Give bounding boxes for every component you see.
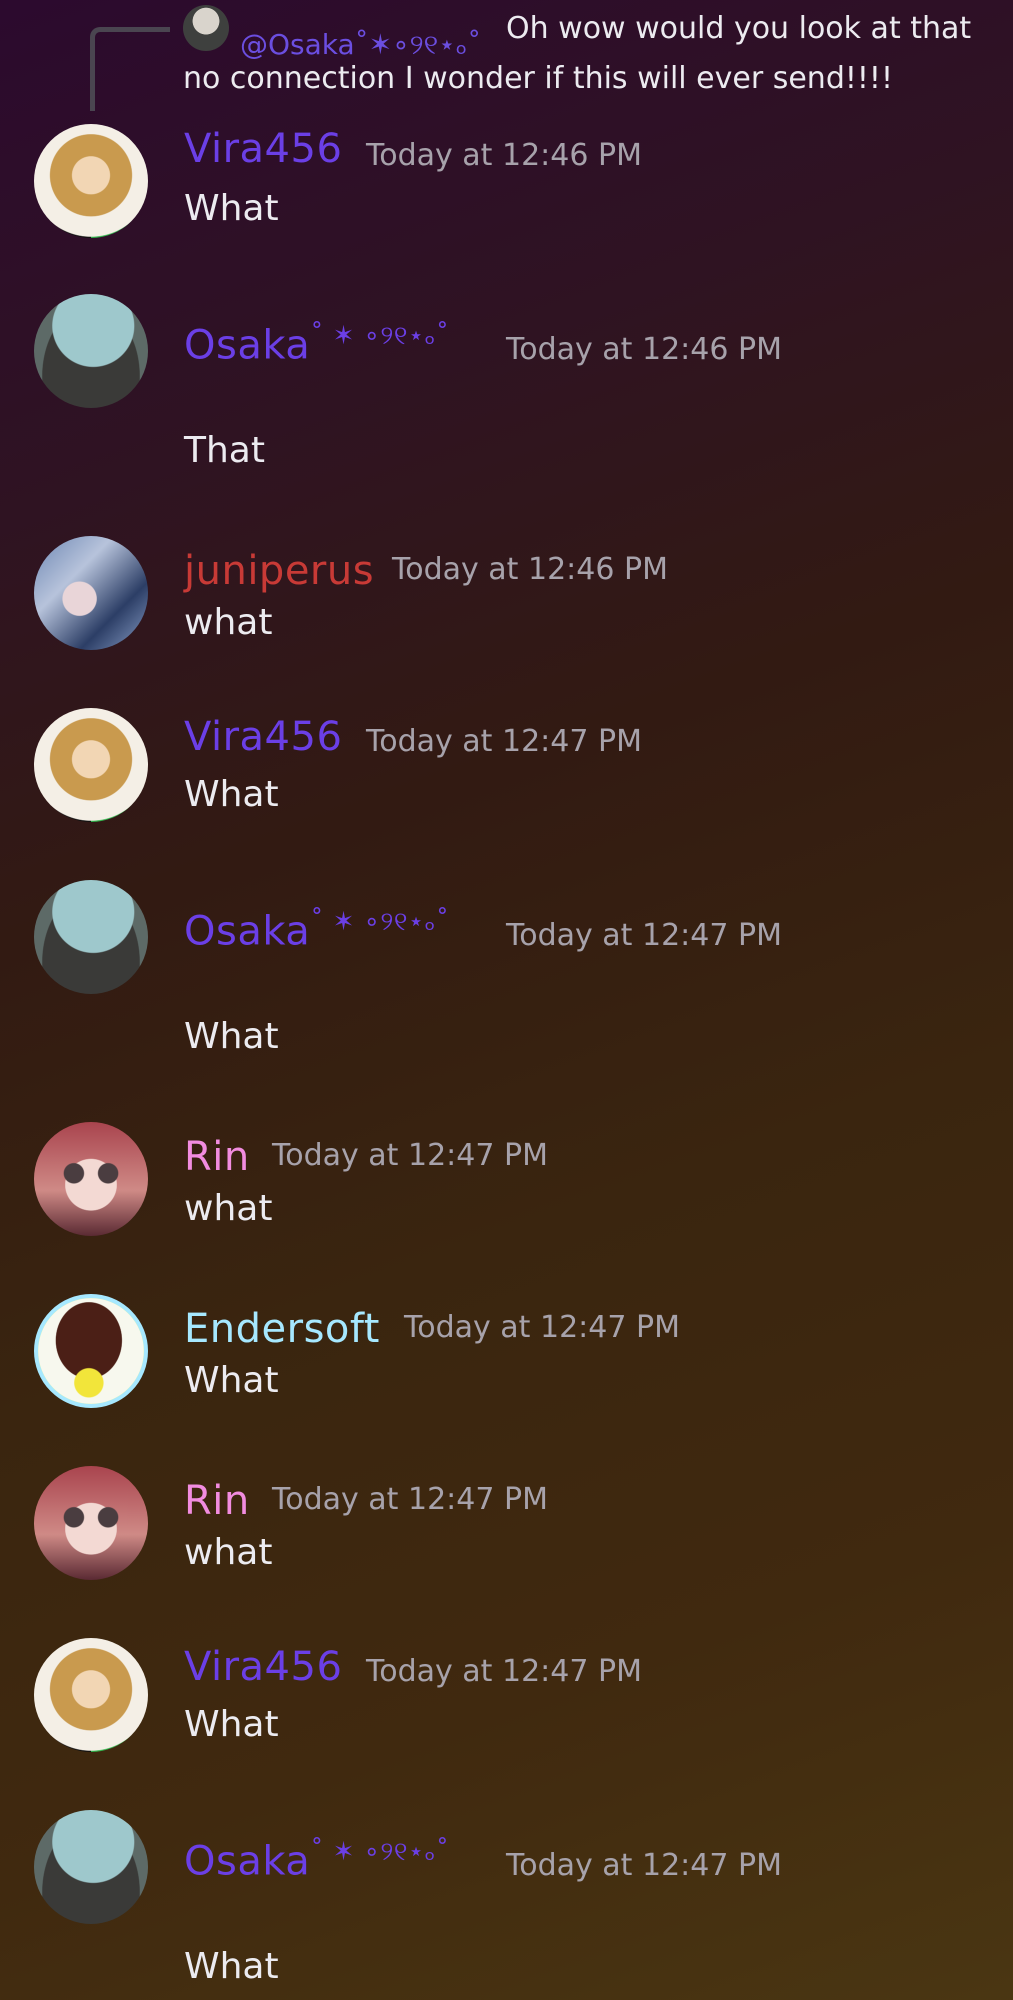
avatar-vira456[interactable] — [34, 1638, 148, 1752]
avatar-rin[interactable] — [34, 1466, 148, 1580]
message-text: What — [184, 188, 279, 229]
author-name[interactable]: Rin — [184, 1134, 250, 1180]
author-name-decoration: ˚ ✶ ∘୨୧⋆ₒ˚ — [310, 907, 450, 937]
author-name[interactable]: Vira456 — [184, 126, 342, 172]
author-name-decoration: ˚ ✶ ∘୨୧⋆ₒ˚ — [310, 321, 450, 351]
avatar-vira456[interactable] — [34, 708, 148, 822]
avatar-osaka[interactable] — [34, 1810, 148, 1924]
author-name[interactable]: Vira456 — [184, 1644, 342, 1690]
message-text: What — [184, 1360, 279, 1401]
author-name-decoration: ˚ ✶ ∘୨୧⋆ₒ˚ — [310, 1837, 450, 1867]
message-text: What — [184, 1946, 279, 1987]
timestamp: Today at 12:47 PM — [404, 1310, 680, 1345]
author-name-text: Osaka — [184, 322, 311, 369]
message-text: what — [184, 1532, 273, 1573]
timestamp: Today at 12:46 PM — [366, 138, 642, 173]
author-name[interactable]: juniperus — [184, 548, 374, 594]
message-text: what — [184, 602, 273, 643]
avatar-osaka[interactable] — [34, 294, 148, 408]
avatar-endersoft[interactable] — [34, 1294, 148, 1408]
message-text: What — [184, 1016, 279, 1057]
author-name[interactable]: Endersoft — [184, 1306, 380, 1352]
timestamp: Today at 12:46 PM — [506, 332, 782, 367]
message-text: what — [184, 1188, 273, 1229]
reply-connector — [90, 27, 170, 111]
timestamp: Today at 12:47 PM — [272, 1138, 548, 1173]
timestamp: Today at 12:47 PM — [506, 1848, 782, 1883]
author-name[interactable]: Osaka˚ ✶ ∘୨୧⋆ₒ˚ — [184, 907, 449, 954]
timestamp: Today at 12:47 PM — [272, 1482, 548, 1517]
message-text: That — [184, 430, 265, 471]
avatar-rin[interactable] — [34, 1122, 148, 1236]
avatar-osaka[interactable] — [34, 880, 148, 994]
reply-mention[interactable]: @Osaka˚✶∘୨୧⋆ₒ˚ — [240, 28, 481, 62]
author-name[interactable]: Osaka˚ ✶ ∘୨୧⋆ₒ˚ — [184, 1837, 449, 1884]
message-text: What — [184, 1704, 279, 1745]
timestamp: Today at 12:47 PM — [366, 724, 642, 759]
timestamp: Today at 12:46 PM — [392, 552, 668, 587]
avatar-vira456[interactable] — [34, 124, 148, 238]
author-name-text: Osaka — [184, 908, 311, 955]
author-name-text: Osaka — [184, 1838, 311, 1885]
author-name[interactable]: Osaka˚ ✶ ∘୨୧⋆ₒ˚ — [184, 321, 449, 368]
author-name[interactable]: Rin — [184, 1478, 250, 1524]
timestamp: Today at 12:47 PM — [366, 1654, 642, 1689]
message-text: What — [184, 774, 279, 815]
avatar-juniperus[interactable] — [34, 536, 148, 650]
timestamp: Today at 12:47 PM — [506, 918, 782, 953]
author-name[interactable]: Vira456 — [184, 714, 342, 760]
